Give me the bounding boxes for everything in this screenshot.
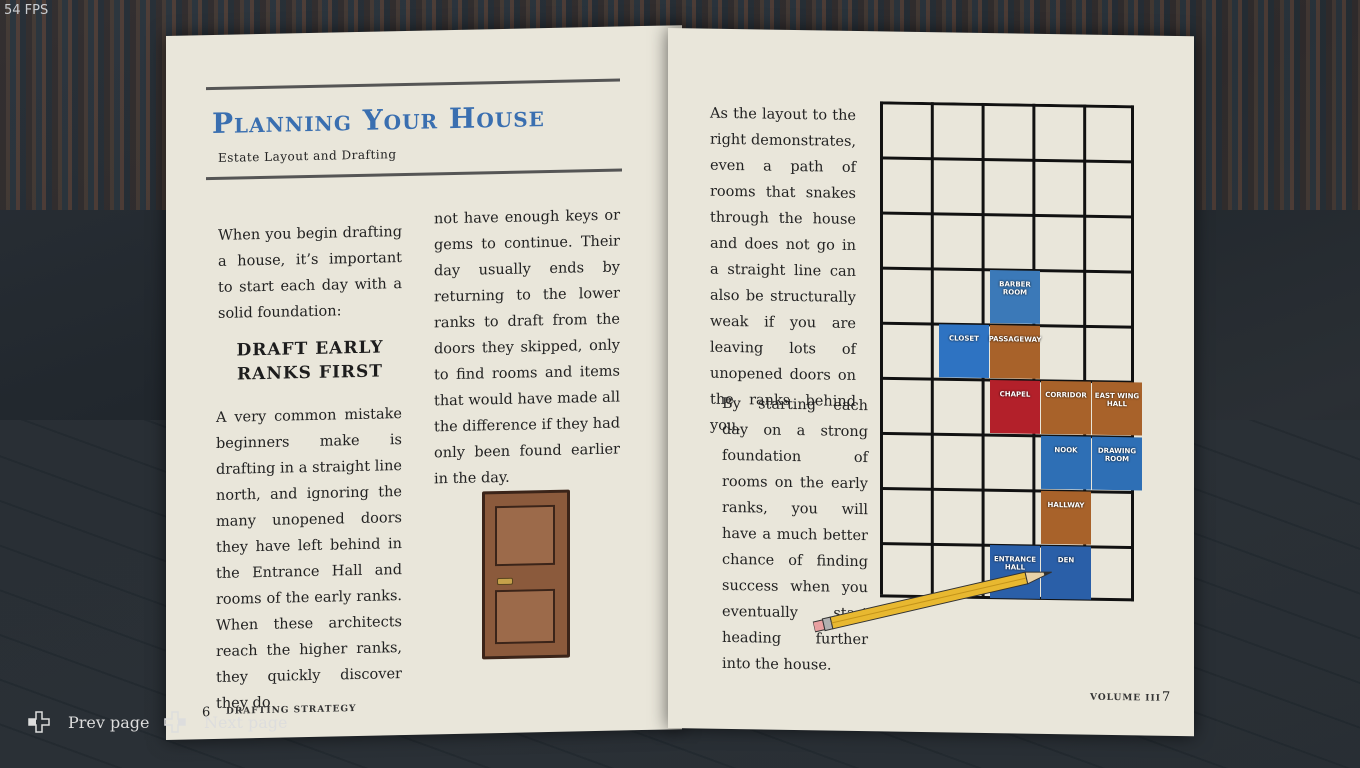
column1-body: A very common mistake beginners make is … — [216, 406, 402, 712]
room-barber-room: BARBER ROOM — [990, 270, 1040, 324]
room-hallway: HALLWAY — [1041, 490, 1091, 545]
column2-body: not have enough keys or gems to continue… — [434, 207, 620, 488]
title-rule-bottom — [206, 168, 622, 181]
door-illustration — [482, 489, 570, 660]
room-corridor: CORRIDOR — [1041, 380, 1091, 435]
prev-page-button[interactable]: Prev page — [68, 713, 150, 732]
fps-counter: 54 FPS — [4, 3, 49, 18]
room-east-wing-hall: EAST WING HALL — [1092, 381, 1142, 436]
section-heading: DRAFT EARLY RANKS FIRST — [236, 337, 384, 385]
right-page-number: 7 — [1162, 689, 1171, 705]
dpad-right-icon — [164, 711, 186, 733]
right-page: As the layout to the right demonstrates,… — [668, 28, 1194, 737]
house-layout-grid: BARBER ROOM CLOSET PASSAGEWAY CHAPEL COR… — [880, 101, 1142, 602]
page-subtitle: Estate Layout and Drafting — [218, 147, 397, 165]
room-chapel: CHAPEL — [990, 380, 1040, 434]
room-drawing-room: DRAWING ROOM — [1092, 436, 1142, 491]
room-passageway: PASSAGEWAY — [989, 325, 1041, 379]
dpad-left-icon — [28, 711, 50, 733]
left-page: Planning Your House Estate Layout and Dr… — [166, 25, 682, 740]
intro-text: When you begin drafting a house, it’s im… — [218, 224, 402, 322]
title-rule-top — [206, 78, 620, 91]
right-page-footer: VOLUME III — [1090, 692, 1161, 704]
room-nook: NOOK — [1041, 435, 1091, 490]
room-closet: CLOSET — [939, 324, 989, 379]
page-title: Planning Your House — [212, 100, 545, 141]
right-para-2: By starting each day on a strong foundat… — [722, 395, 868, 674]
next-page-button[interactable]: Next page — [204, 713, 288, 732]
right-para-1: As the layout to the right demonstrates,… — [710, 105, 856, 435]
